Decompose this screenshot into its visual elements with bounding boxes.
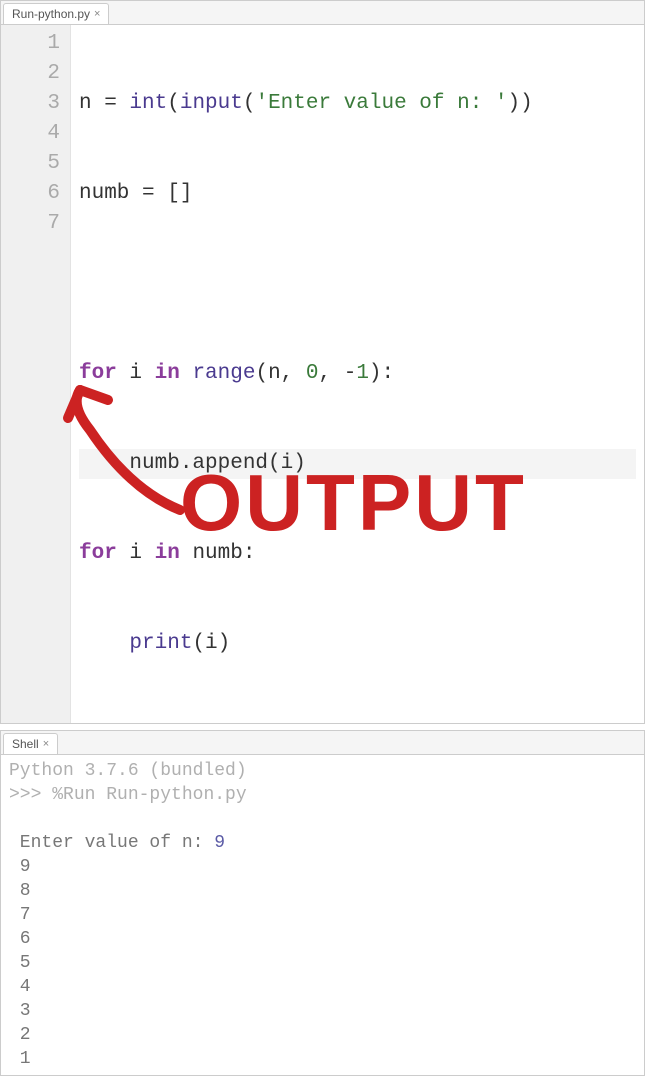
shell-output-line: 5 <box>9 953 31 973</box>
code-line: for i in numb: <box>79 539 636 569</box>
code-line: n = int(input('Enter value of n: ')) <box>79 89 636 119</box>
editor-tab-bar: Run-python.py × <box>1 1 644 25</box>
shell-body[interactable]: Python 3.7.6 (bundled) >>> %Run Run-pyth… <box>1 755 644 1075</box>
editor-tab-label: Run-python.py <box>12 7 90 21</box>
shell-tab[interactable]: Shell × <box>3 733 58 754</box>
shell-tab-label: Shell <box>12 737 39 751</box>
shell-prompt: >>> <box>9 785 52 805</box>
shell-output-line: 3 <box>9 1001 31 1021</box>
shell-run-command: %Run Run-python.py <box>52 785 246 805</box>
code-line: numb = [] <box>79 179 636 209</box>
shell-input-prompt: Enter value of n: <box>9 833 214 853</box>
line-number: 7 <box>1 209 60 239</box>
close-icon[interactable]: × <box>94 8 100 20</box>
line-number: 1 <box>1 29 60 59</box>
code-line: numb.append(i) <box>79 449 636 479</box>
shell-output-line: 1 <box>9 1049 31 1069</box>
editor-body[interactable]: 1 2 3 4 5 6 7 n = int(input('Enter value… <box>1 25 644 723</box>
line-gutter: 1 2 3 4 5 6 7 <box>1 25 71 723</box>
shell-tab-bar: Shell × <box>1 731 644 755</box>
code-area[interactable]: n = int(input('Enter value of n: ')) num… <box>71 25 644 723</box>
line-number: 6 <box>1 179 60 209</box>
line-number: 3 <box>1 89 60 119</box>
shell-output-line: 9 <box>9 857 31 877</box>
line-number: 2 <box>1 59 60 89</box>
shell-output-line: 4 <box>9 977 31 997</box>
line-number: 5 <box>1 149 60 179</box>
shell-version: Python 3.7.6 (bundled) <box>9 761 247 781</box>
code-line: for i in range(n, 0, -1): <box>79 359 636 389</box>
line-number: 4 <box>1 119 60 149</box>
shell-input-value: 9 <box>214 833 225 853</box>
editor-pane: Run-python.py × 1 2 3 4 5 6 7 n = int(in… <box>0 0 645 724</box>
code-line <box>79 269 636 299</box>
shell-output-line: 8 <box>9 881 31 901</box>
code-line: print(i) <box>79 629 636 659</box>
shell-output-line: 7 <box>9 905 31 925</box>
close-icon[interactable]: × <box>43 738 49 750</box>
shell-output-line: 2 <box>9 1025 31 1045</box>
shell-output-line: 6 <box>9 929 31 949</box>
shell-pane: Shell × Python 3.7.6 (bundled) >>> %Run … <box>0 730 645 1076</box>
editor-tab[interactable]: Run-python.py × <box>3 3 109 24</box>
